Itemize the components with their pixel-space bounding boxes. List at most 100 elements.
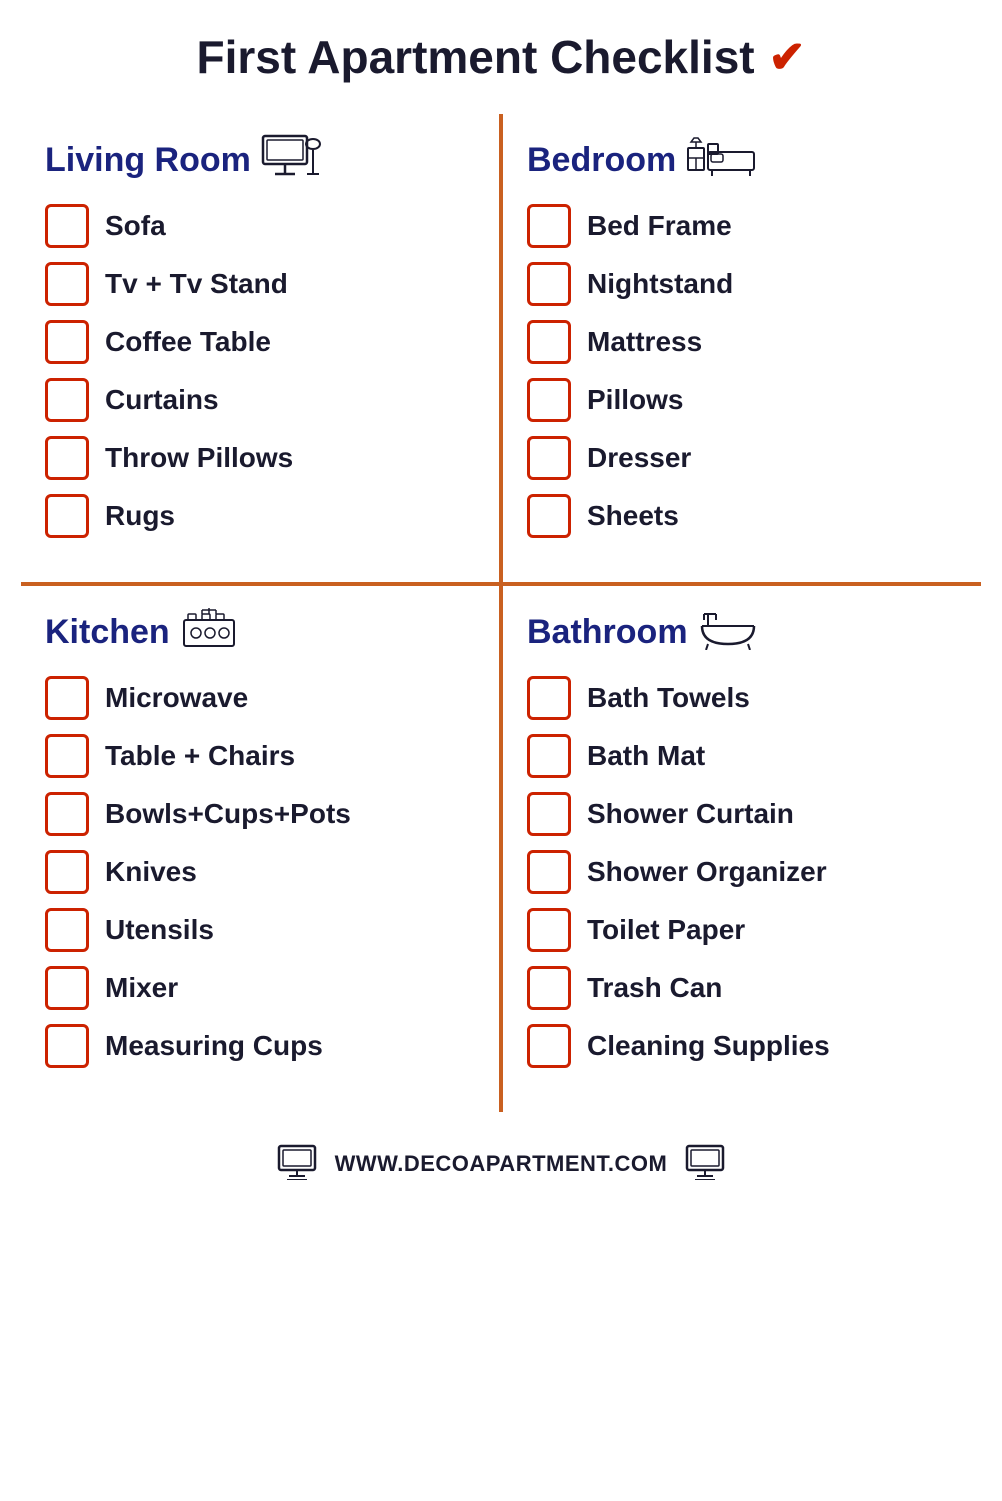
checkbox-measuring-cups[interactable] xyxy=(45,1024,89,1068)
checkbox-sheets[interactable] xyxy=(527,494,571,538)
checkbox-throw-pillows[interactable] xyxy=(45,436,89,480)
list-item: Shower Curtain xyxy=(527,792,957,836)
item-label: Cleaning Supplies xyxy=(587,1030,830,1062)
item-label: Dresser xyxy=(587,442,691,474)
item-label: Microwave xyxy=(105,682,248,714)
checkbox-rugs[interactable] xyxy=(45,494,89,538)
bathroom-items: Bath Towels Bath Mat Shower Curtain Show… xyxy=(527,676,957,1068)
list-item: Trash Can xyxy=(527,966,957,1010)
checkbox-mattress[interactable] xyxy=(527,320,571,364)
bedroom-icon xyxy=(686,134,756,186)
list-item: Bed Frame xyxy=(527,204,957,248)
bedroom-title: Bedroom xyxy=(527,141,676,180)
item-label: Toilet Paper xyxy=(587,914,745,946)
living-room-title: Living Room xyxy=(45,141,251,180)
checkbox-utensils[interactable] xyxy=(45,908,89,952)
item-label: Knives xyxy=(105,856,197,888)
item-label: Sheets xyxy=(587,500,679,532)
checkbox-bowls[interactable] xyxy=(45,792,89,836)
checkbox-bath-mat[interactable] xyxy=(527,734,571,778)
checkbox-nightstand[interactable] xyxy=(527,262,571,306)
list-item: Table + Chairs xyxy=(45,734,475,778)
item-label: Pillows xyxy=(587,384,683,416)
bathroom-title: Bathroom xyxy=(527,613,688,652)
footer-text: WWW.DECOAPARTMENT.COM xyxy=(335,1151,668,1177)
checkbox-table-chairs[interactable] xyxy=(45,734,89,778)
list-item: Coffee Table xyxy=(45,320,475,364)
kitchen-items: Microwave Table + Chairs Bowls+Cups+Pots… xyxy=(45,676,475,1068)
item-label: Mixer xyxy=(105,972,178,1004)
item-label: Trash Can xyxy=(587,972,722,1004)
item-label: Tv + Tv Stand xyxy=(105,268,288,300)
checkbox-coffee-table[interactable] xyxy=(45,320,89,364)
list-item: Dresser xyxy=(527,436,957,480)
list-item: Rugs xyxy=(45,494,475,538)
list-item: Curtains xyxy=(45,378,475,422)
checkbox-cleaning-supplies[interactable] xyxy=(527,1024,571,1068)
list-item: Tv + Tv Stand xyxy=(45,262,475,306)
bedroom-items: Bed Frame Nightstand Mattress Pillows Dr… xyxy=(527,204,957,538)
item-label: Table + Chairs xyxy=(105,740,295,772)
checkbox-pillows[interactable] xyxy=(527,378,571,422)
item-label: Curtains xyxy=(105,384,219,416)
footer: WWW.DECOAPARTMENT.COM xyxy=(20,1142,982,1185)
list-item: Bath Mat xyxy=(527,734,957,778)
title-text: First Apartment Checklist xyxy=(197,30,755,84)
list-item: Toilet Paper xyxy=(527,908,957,952)
list-item: Bowls+Cups+Pots xyxy=(45,792,475,836)
item-label: Measuring Cups xyxy=(105,1030,323,1062)
checkbox-trash-can[interactable] xyxy=(527,966,571,1010)
bathroom-header: Bathroom xyxy=(527,606,957,658)
kitchen-icon xyxy=(180,606,238,658)
item-label: Shower Organizer xyxy=(587,856,827,888)
page-title: First Apartment Checklist ✔ xyxy=(197,30,806,84)
list-item: Bath Towels xyxy=(527,676,957,720)
list-item: Utensils xyxy=(45,908,475,952)
bedroom-header: Bedroom xyxy=(527,134,957,186)
checkbox-bed-frame[interactable] xyxy=(527,204,571,248)
item-label: Mattress xyxy=(587,326,702,358)
kitchen-title: Kitchen xyxy=(45,613,170,652)
kitchen-section: Kitchen xyxy=(21,586,499,1112)
checkbox-curtains[interactable] xyxy=(45,378,89,422)
checkbox-shower-curtain[interactable] xyxy=(527,792,571,836)
checkmark-icon: ✔ xyxy=(769,32,806,83)
checkbox-knives[interactable] xyxy=(45,850,89,894)
checkbox-tv[interactable] xyxy=(45,262,89,306)
list-item: Measuring Cups xyxy=(45,1024,475,1068)
item-label: Rugs xyxy=(105,500,175,532)
item-label: Bath Mat xyxy=(587,740,705,772)
item-label: Bowls+Cups+Pots xyxy=(105,798,351,830)
item-label: Nightstand xyxy=(587,268,733,300)
kitchen-header: Kitchen xyxy=(45,606,475,658)
footer-icon-right xyxy=(683,1142,727,1185)
list-item: Mattress xyxy=(527,320,957,364)
list-item: Sofa xyxy=(45,204,475,248)
bathroom-icon xyxy=(698,606,758,658)
item-label: Coffee Table xyxy=(105,326,271,358)
bathroom-section: Bathroom xyxy=(503,586,981,1112)
list-item: Throw Pillows xyxy=(45,436,475,480)
living-room-header: Living Room xyxy=(45,134,475,186)
main-grid: Living Room Sof xyxy=(21,114,981,1112)
checkbox-toilet-paper[interactable] xyxy=(527,908,571,952)
list-item: Shower Organizer xyxy=(527,850,957,894)
list-item: Mixer xyxy=(45,966,475,1010)
checkbox-dresser[interactable] xyxy=(527,436,571,480)
checkbox-microwave[interactable] xyxy=(45,676,89,720)
item-label: Shower Curtain xyxy=(587,798,794,830)
checkbox-shower-organizer[interactable] xyxy=(527,850,571,894)
item-label: Utensils xyxy=(105,914,214,946)
item-label: Bed Frame xyxy=(587,210,732,242)
list-item: Pillows xyxy=(527,378,957,422)
item-label: Sofa xyxy=(105,210,166,242)
item-label: Bath Towels xyxy=(587,682,750,714)
list-item: Cleaning Supplies xyxy=(527,1024,957,1068)
footer-icon-left xyxy=(275,1142,319,1185)
living-room-items: Sofa Tv + Tv Stand Coffee Table Curtains… xyxy=(45,204,475,538)
checkbox-mixer[interactable] xyxy=(45,966,89,1010)
checkbox-sofa[interactable] xyxy=(45,204,89,248)
list-item: Nightstand xyxy=(527,262,957,306)
list-item: Knives xyxy=(45,850,475,894)
checkbox-bath-towels[interactable] xyxy=(527,676,571,720)
